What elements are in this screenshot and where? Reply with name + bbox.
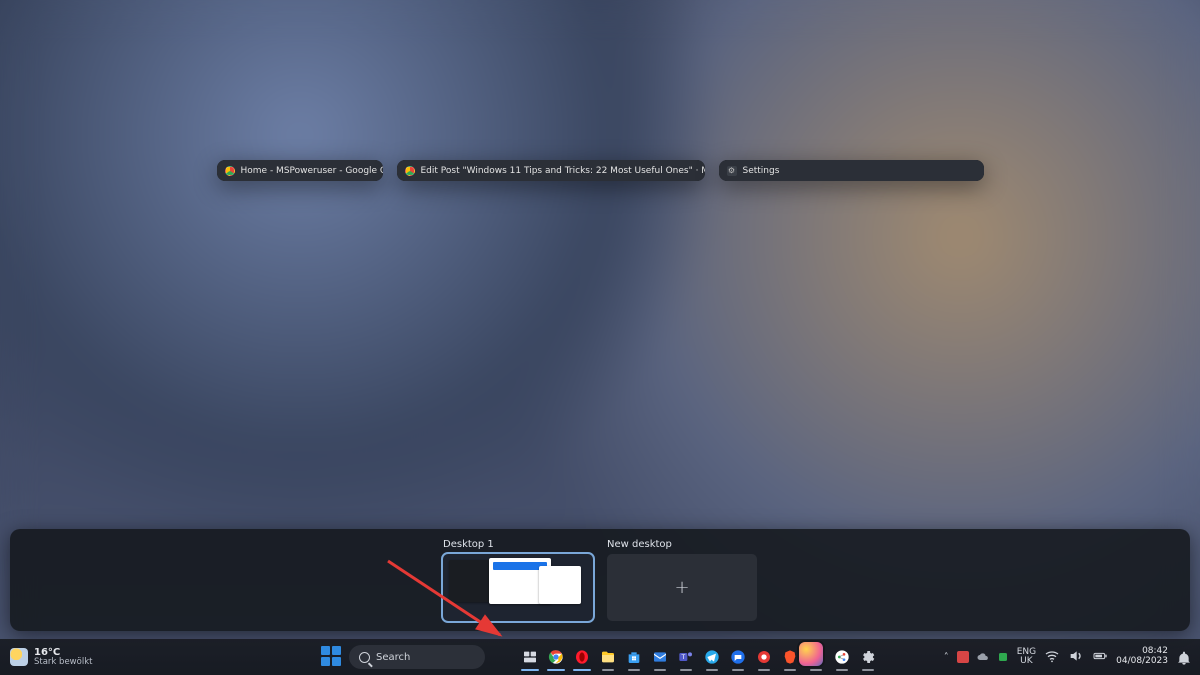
taskbar-app-chat[interactable] bbox=[727, 646, 749, 668]
taskbar-app-mail[interactable] bbox=[649, 646, 671, 668]
taskbar-weather-widget[interactable]: 16°C Stark bewölkt bbox=[0, 648, 102, 667]
taskbar-search[interactable]: Search bbox=[349, 645, 485, 669]
new-desktop-label: New desktop bbox=[607, 539, 757, 550]
chrome-icon bbox=[405, 166, 415, 176]
weather-desc: Stark bewölkt bbox=[34, 658, 92, 667]
taskbar-app-settings[interactable] bbox=[857, 646, 879, 668]
new-desktop-button[interactable]: New desktop + bbox=[607, 539, 757, 621]
desktop-label: Desktop 1 bbox=[443, 539, 593, 550]
notifications-icon[interactable] bbox=[1176, 650, 1190, 664]
settings-icon bbox=[727, 166, 737, 176]
taskbar-app-chrome[interactable] bbox=[545, 646, 567, 668]
chrome-icon bbox=[225, 166, 235, 176]
taskbar-clock[interactable]: 08:42 04/08/2023 bbox=[1116, 647, 1168, 667]
taskbar-app-microsoft-store[interactable] bbox=[623, 646, 645, 668]
system-tray bbox=[957, 651, 1009, 663]
task-view-window-row: Home - MSPoweruser - Google Chrome Edit … bbox=[0, 160, 1200, 181]
virtual-desktop-1[interactable]: Desktop 1 bbox=[443, 539, 593, 621]
window-title: Home - MSPoweruser - Google Chrome bbox=[241, 166, 383, 176]
window-titlebar: Edit Post "Windows 11 Tips and Tricks: 2… bbox=[397, 160, 705, 181]
task-view-window-settings[interactable]: Settings Personalisation › Taskbar bbox=[719, 160, 984, 181]
virtual-desktops-bar: Desktop 1 New desktop + bbox=[10, 529, 1190, 631]
desktop-thumbnail bbox=[443, 554, 593, 621]
weather-icon bbox=[10, 648, 28, 666]
windows-logo-icon bbox=[321, 646, 343, 668]
taskbar-app-opera[interactable] bbox=[571, 646, 593, 668]
search-icon bbox=[359, 652, 370, 663]
plus-icon: + bbox=[674, 577, 689, 598]
search-placeholder: Search bbox=[376, 652, 410, 663]
tray-overflow-chevron[interactable]: ˄ bbox=[944, 652, 949, 663]
copilot-button[interactable] bbox=[799, 642, 823, 666]
taskbar-app-brave[interactable] bbox=[779, 646, 801, 668]
window-titlebar: Home - MSPoweruser - Google Chrome bbox=[217, 160, 383, 181]
taskbar-app-task-view[interactable] bbox=[519, 646, 541, 668]
window-title: Edit Post "Windows 11 Tips and Tricks: 2… bbox=[421, 166, 705, 176]
tray-app-icon[interactable] bbox=[997, 651, 1009, 663]
wifi-icon[interactable] bbox=[1044, 648, 1060, 667]
start-button[interactable] bbox=[321, 646, 343, 668]
volume-icon[interactable] bbox=[1068, 648, 1084, 667]
task-view-window-chrome-home[interactable]: Home - MSPoweruser - Google Chrome bbox=[217, 160, 383, 181]
language-indicator[interactable]: ENG UK bbox=[1017, 648, 1036, 666]
taskbar-app-file-explorer[interactable] bbox=[597, 646, 619, 668]
svg-text:T: T bbox=[680, 654, 685, 661]
taskbar-app-telegram[interactable] bbox=[701, 646, 723, 668]
window-titlebar: Settings bbox=[719, 160, 984, 181]
tray-app-icon[interactable] bbox=[957, 651, 969, 663]
battery-icon[interactable] bbox=[1092, 648, 1108, 667]
taskbar-right: ˄ ENG UK 08:42 04/08/2023 bbox=[934, 647, 1200, 667]
task-view-window-chrome-editor[interactable]: Edit Post "Windows 11 Tips and Tricks: 2… bbox=[397, 160, 705, 181]
onedrive-icon[interactable] bbox=[977, 651, 989, 663]
taskbar: 16°C Stark bewölkt Search T ˄ ENG UK bbox=[0, 639, 1200, 675]
taskbar-center: Search T bbox=[321, 645, 879, 669]
window-title: Settings bbox=[743, 166, 780, 176]
taskbar-app-teams[interactable]: T bbox=[675, 646, 697, 668]
taskbar-app-record[interactable] bbox=[753, 646, 775, 668]
taskbar-app-share[interactable] bbox=[831, 646, 853, 668]
